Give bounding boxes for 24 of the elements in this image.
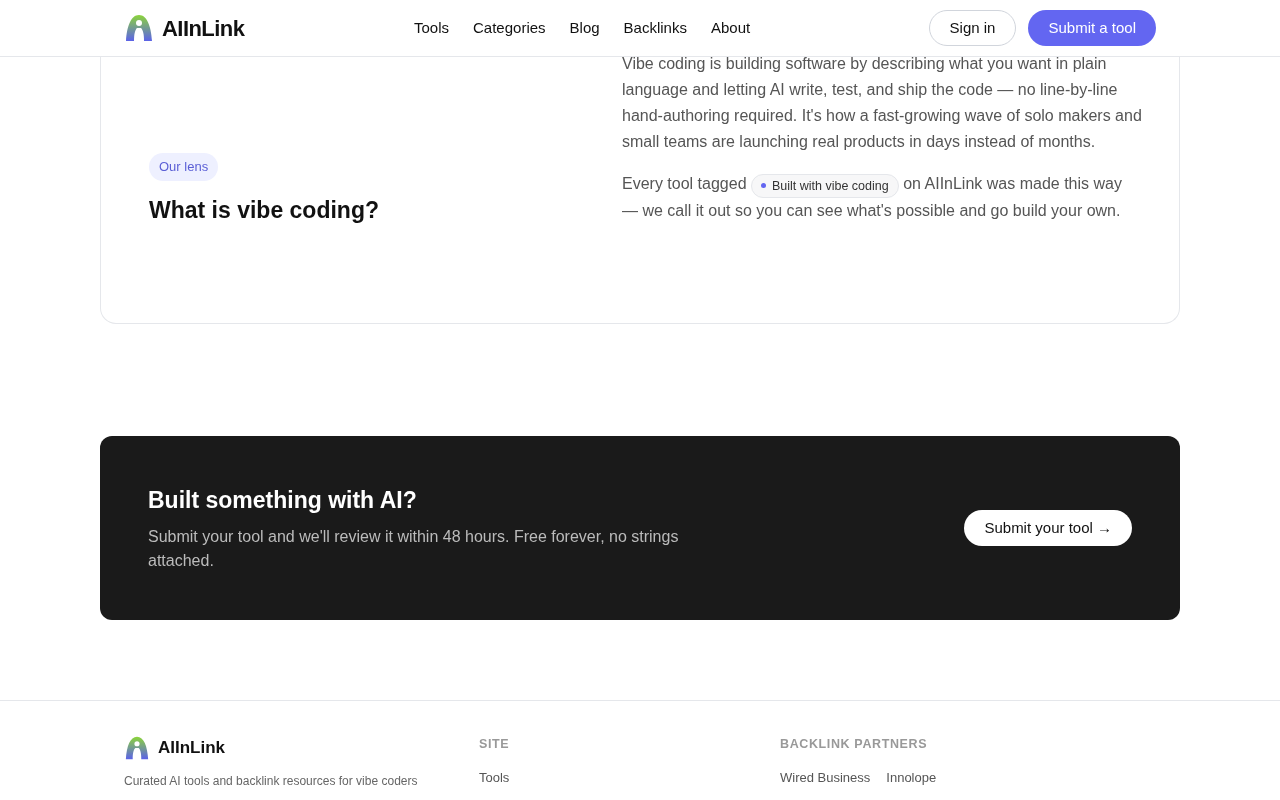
footer-heading: BACKLINK PARTNERS bbox=[780, 736, 929, 753]
section-title: What is vibe coding? bbox=[149, 195, 380, 225]
nav-link[interactable]: Blog bbox=[569, 16, 600, 40]
paragraph: Vibe coding is building software by describing what you want in plain language and letting AI write, test, and ship the code — no line-by-line hand-authoring required. It's how a fast-growing wave of solo makers and small teams are launching real products in days instead of months. bbox=[622, 54, 1142, 152]
paragraph: Every tool tagged Built with vibe coding on AIInLink was made this way — we call it out so you can see what's possible and go build your own. bbox=[622, 172, 1123, 221]
footer-link[interactable]: Wired Business bbox=[780, 767, 871, 788]
brand-name[interactable]: AIInLink bbox=[162, 11, 245, 45]
tagline: Curated AI tools and backlink resources for vibe coders bbox=[124, 772, 419, 789]
submit-tool-button[interactable]: Submit your tool → bbox=[964, 510, 1132, 546]
footer-heading: SITE bbox=[479, 736, 511, 753]
submit-tool-button[interactable]: Submit a tool bbox=[1028, 10, 1156, 46]
brand-name[interactable]: AIInLink bbox=[158, 735, 226, 761]
nav-link[interactable]: Categories bbox=[473, 16, 546, 40]
footer-link[interactable]: Tools bbox=[479, 767, 510, 788]
cta-text: Submit your tool and we'll review it within 48 hours. Free forever, no strings attached. bbox=[148, 527, 680, 572]
vibe-coding-tag: Built with vibe coding bbox=[750, 173, 899, 198]
nav-link[interactable]: Tools bbox=[414, 16, 450, 40]
footer-link[interactable]: Innolope bbox=[886, 767, 937, 788]
section-label: Our lens bbox=[149, 153, 219, 181]
logo-icon bbox=[124, 14, 154, 42]
nav-link[interactable]: Backlinks bbox=[623, 16, 687, 40]
logo-icon bbox=[124, 735, 150, 760]
cta-title: Built something with AI? bbox=[148, 485, 418, 515]
nav-link[interactable]: About bbox=[710, 16, 751, 40]
